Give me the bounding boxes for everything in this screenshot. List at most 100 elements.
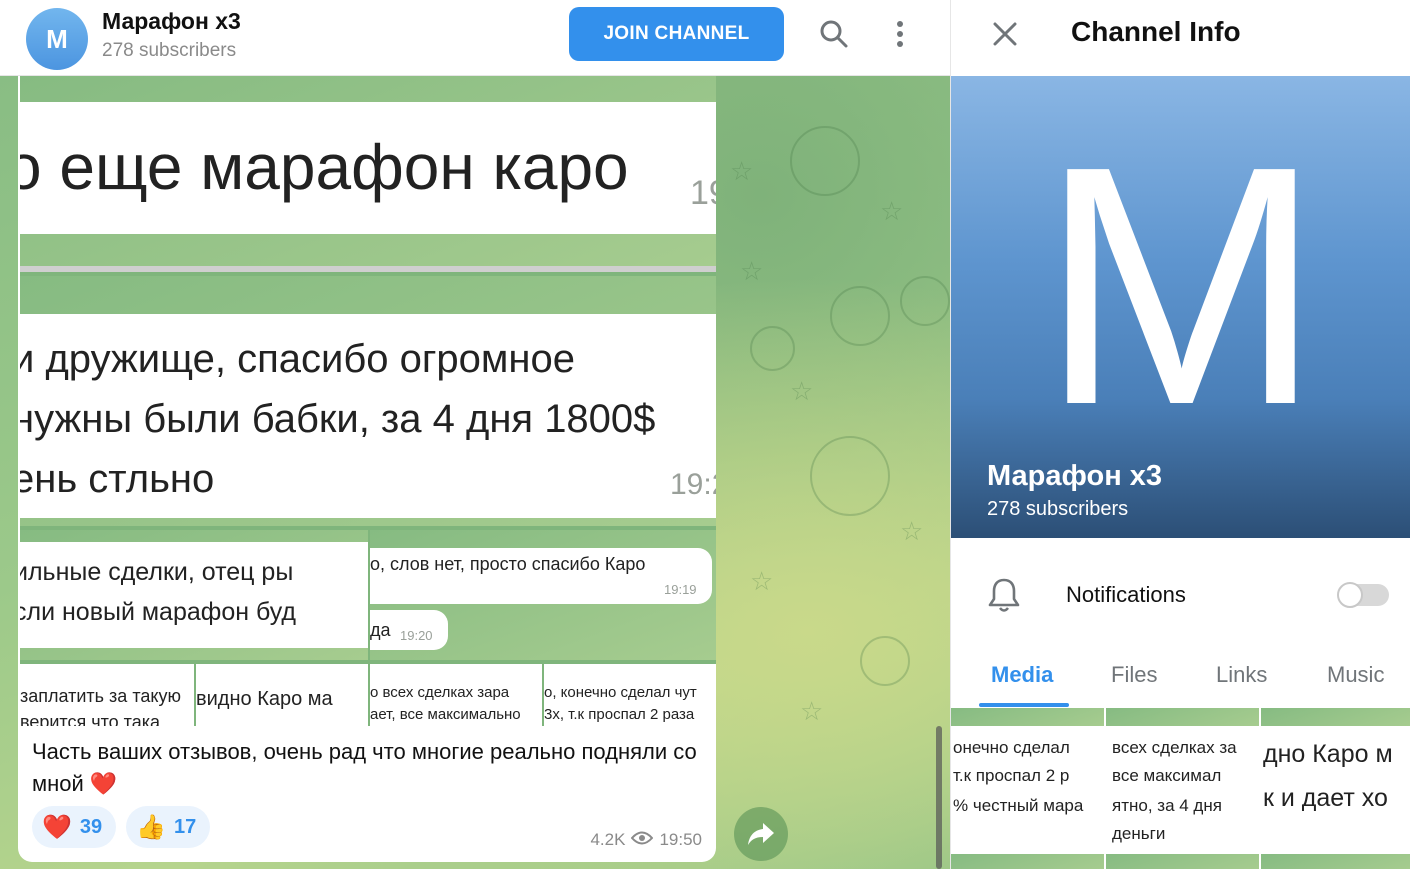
- post-meta: 4.2K 19:50: [590, 830, 702, 850]
- thumb-line: дно Каро м: [1263, 740, 1393, 768]
- reaction-count: 39: [79, 815, 103, 838]
- thumb-line: все максимал: [1112, 766, 1222, 785]
- cover-subscribers: 278 subscribers: [987, 498, 1129, 520]
- forward-button[interactable]: [734, 807, 788, 861]
- reaction-thumbs-up[interactable]: 👍 17: [126, 806, 211, 848]
- cover-letter: M: [1039, 96, 1323, 476]
- channel-post[interactable]: о еще марафон каро 19 и дружище, спасибо…: [18, 76, 716, 862]
- doodle-star-icon: ☆: [740, 256, 764, 286]
- review-screenshot[interactable]: и дружище, спасибо огромное нужны были б…: [20, 276, 716, 526]
- thumbs-up-icon: 👍: [136, 813, 167, 841]
- review-screenshot[interactable]: о еще марафон каро 19: [20, 76, 716, 272]
- review-bubble: ильные сделки, отец ры сли новый марафон…: [20, 542, 368, 648]
- media-thumbnail[interactable]: всех сделках за все максимал ятно, за 4 …: [1106, 708, 1259, 869]
- review-line: нужны были бабки, за 4 дня 1800$: [20, 397, 656, 441]
- doodle-star-icon: ☆: [750, 566, 774, 596]
- review-text: о, слов нет, просто спасибо Каро: [370, 554, 646, 574]
- divider: [20, 266, 716, 272]
- tab-media[interactable]: Media: [991, 662, 1053, 688]
- review-line: о всех сделках зара: [370, 684, 510, 701]
- share-arrow-icon: [748, 823, 774, 845]
- doodle-star-icon: ☆: [800, 696, 824, 726]
- review-line: сли новый марафон буд: [20, 598, 297, 626]
- notifications-row[interactable]: Notifications: [951, 560, 1410, 632]
- doodle-star-icon: ☆: [900, 516, 924, 546]
- channel-subscribers: 278 subscribers: [102, 40, 237, 61]
- thumb-bottom-strip: [951, 854, 1104, 869]
- thumb-line: к и дает хо: [1263, 784, 1388, 812]
- doodle-telescope-icon: [860, 636, 910, 686]
- channel-title[interactable]: Марафон х3: [102, 8, 241, 35]
- doodle-star-icon: ☆: [790, 376, 814, 406]
- review-bubble: о, слов нет, просто спасибо Каро 19:19: [370, 548, 712, 604]
- reactions-bar: ❤️ 39 👍 17: [32, 806, 211, 848]
- search-icon[interactable]: [818, 18, 850, 50]
- notifications-toggle[interactable]: [1337, 582, 1389, 608]
- more-options-icon[interactable]: [884, 18, 916, 50]
- review-bubble: и дружище, спасибо огромное нужны были б…: [20, 314, 716, 518]
- thumb-line: % честный мара: [953, 796, 1084, 815]
- thumb-bottom-strip: [1261, 854, 1410, 869]
- notifications-label: Notifications: [1066, 582, 1186, 607]
- thumb-top-strip: [1106, 708, 1259, 726]
- review-line: ает, все максимально: [370, 706, 521, 723]
- thumb-line: деньги: [1112, 824, 1166, 843]
- doodle-planet-icon: [830, 286, 890, 346]
- review-text: да: [370, 620, 391, 640]
- review-screenshot[interactable]: заплатить за такую верится что така: [20, 664, 194, 726]
- review-time: 19:19: [664, 582, 697, 597]
- heart-icon: ❤️: [42, 813, 72, 841]
- media-tabs: Media Files Links Music: [951, 648, 1410, 708]
- eye-icon: [631, 830, 654, 850]
- media-thumbnail[interactable]: дно Каро м к и дает хо: [1261, 708, 1410, 869]
- active-tab-indicator: [979, 703, 1069, 707]
- review-time: 19:20: [400, 628, 433, 643]
- thumb-line: т.к проспал 2 р: [953, 766, 1070, 785]
- cover-channel-name: Марафон х3: [987, 460, 1163, 492]
- info-header: Channel Info: [951, 0, 1410, 76]
- view-count: 4.2K: [590, 830, 626, 849]
- scrollbar-thumb[interactable]: [936, 726, 942, 869]
- telegram-app: M Марафон х3 278 subscribers JOIN CHANNE…: [0, 0, 1410, 869]
- doodle-sun-icon: [750, 326, 795, 371]
- bell-icon: [987, 576, 1023, 616]
- doodle-ufo-icon: [900, 276, 950, 326]
- photo-collage[interactable]: о еще марафон каро 19 и дружище, спасибо…: [20, 76, 716, 726]
- reaction-count: 17: [174, 815, 197, 838]
- review-line: заплатить за такую: [20, 686, 181, 706]
- post-time: 19:50: [659, 830, 702, 849]
- thumb-line: ятно, за 4 дня: [1112, 796, 1222, 815]
- review-screenshot[interactable]: ильные сделки, отец ры сли новый марафон…: [20, 530, 368, 660]
- review-line: о, конечно сделал чут: [544, 684, 697, 701]
- review-screenshot[interactable]: видно Каро ма: [196, 664, 368, 726]
- review-line: и дружище, спасибо огромное: [20, 337, 576, 381]
- chat-header: M Марафон х3 278 subscribers JOIN CHANNE…: [0, 0, 950, 76]
- tab-files[interactable]: Files: [1111, 662, 1157, 688]
- thumb-line: всех сделках за: [1112, 738, 1237, 757]
- tab-music[interactable]: Music: [1327, 662, 1384, 688]
- reaction-heart[interactable]: ❤️ 39: [32, 806, 117, 848]
- media-thumbnail[interactable]: онечно сделал т.к проспал 2 р % честный …: [951, 708, 1104, 869]
- tab-links[interactable]: Links: [1216, 662, 1267, 688]
- chat-pane: M Марафон х3 278 subscribers JOIN CHANNE…: [0, 0, 950, 869]
- review-text: о еще марафон каро: [20, 131, 629, 203]
- review-screenshot[interactable]: о всех сделках зара ает, все максимально: [370, 664, 542, 726]
- channel-avatar[interactable]: M: [26, 8, 88, 70]
- review-screenshot[interactable]: о, слов нет, просто спасибо Каро 19:19 д…: [370, 530, 716, 660]
- review-line: 3х, т.к проспал 2 раза: [544, 706, 695, 723]
- info-title: Channel Info: [1071, 16, 1241, 47]
- review-line: верится что така: [20, 712, 160, 726]
- review-line: ильные сделки, отец ры: [20, 558, 294, 586]
- join-channel-button[interactable]: JOIN CHANNEL: [569, 7, 784, 61]
- review-bubble: да 19:20: [370, 610, 448, 650]
- toggle-knob: [1337, 582, 1363, 608]
- review-time: 19: [690, 174, 716, 212]
- doodle-star-icon: ☆: [880, 196, 904, 226]
- channel-info-panel: Channel Info M Марафон х3 278 subscriber…: [950, 0, 1410, 869]
- doodle-star-icon: ☆: [730, 156, 754, 186]
- channel-cover[interactable]: M Марафон х3 278 subscribers: [951, 76, 1410, 538]
- close-icon[interactable]: [989, 18, 1021, 50]
- review-screenshot[interactable]: о, конечно сделал чут 3х, т.к проспал 2 …: [544, 664, 716, 726]
- review-line: ень стльно: [20, 457, 215, 501]
- media-grid: онечно сделал т.к проспал 2 р % честный …: [951, 708, 1410, 869]
